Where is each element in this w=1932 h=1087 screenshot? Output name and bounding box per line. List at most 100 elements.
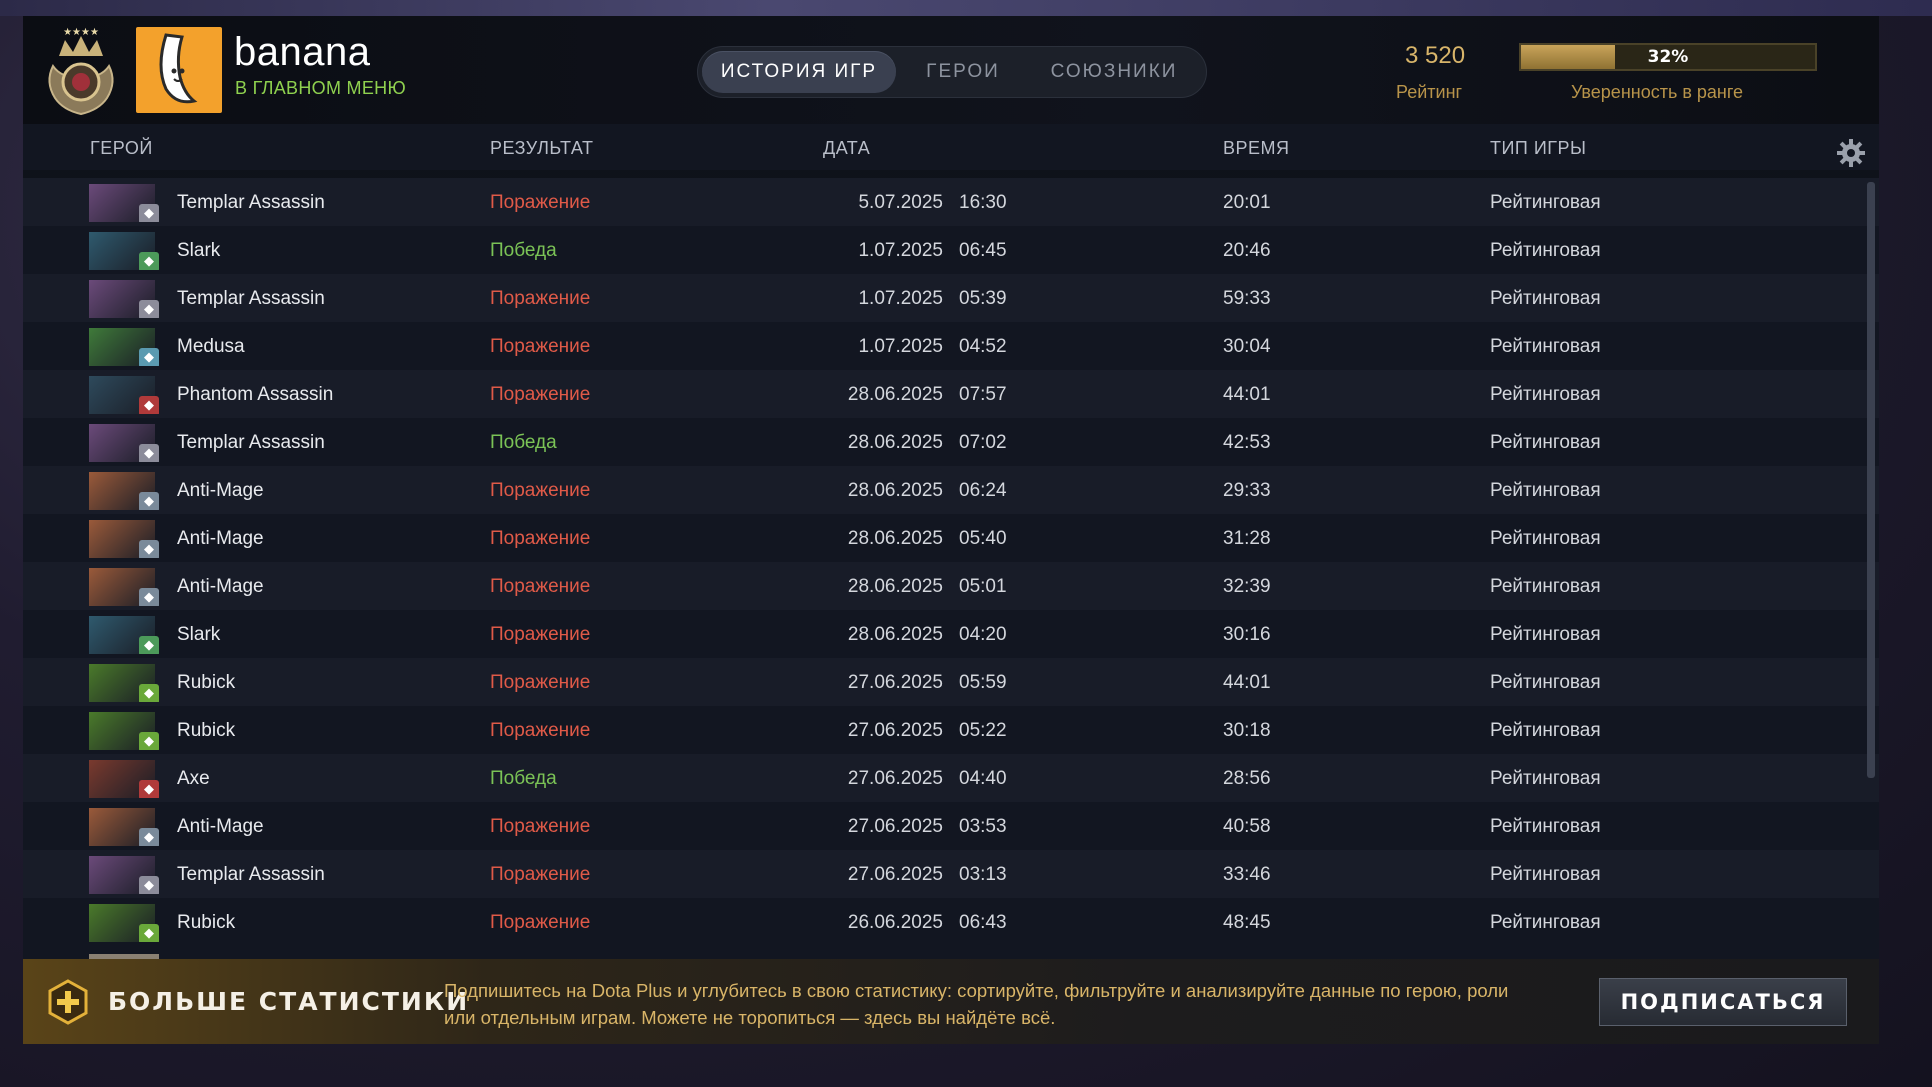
- match-date: 28.06.2025: [847, 432, 943, 453]
- hero-name: Anti-Mage: [177, 576, 264, 597]
- match-date: 1.07.2025: [858, 240, 943, 261]
- table-row[interactable]: ◆ Phantom Assassin Поражение 28.06.2025 07:5…: [23, 370, 1879, 418]
- game-type: Рейтинговая: [1490, 624, 1601, 645]
- table-row[interactable]: ◆ Templar Assassin Поражение 1.07.2025 05:39…: [23, 274, 1879, 322]
- game-type: Рейтинговая: [1490, 288, 1601, 309]
- match-start-time: 07:57: [959, 384, 1007, 405]
- match-duration: 44:01: [1223, 672, 1271, 693]
- player-name: banana: [234, 30, 371, 74]
- match-date: 28.06.2025: [847, 480, 943, 501]
- hero-portrait: ◆: [89, 904, 161, 942]
- hero-name: Templar Assassin: [177, 864, 325, 885]
- match-date: 27.06.2025: [847, 672, 943, 693]
- rank-medal-icon: ★★★★: [48, 27, 114, 116]
- gear-icon[interactable]: [1836, 138, 1866, 168]
- hero-attribute-icon: ◆: [139, 204, 159, 222]
- column-header-game-type[interactable]: ТИП ИГРЫ: [1490, 138, 1587, 159]
- match-duration: 44:01: [1223, 384, 1271, 405]
- game-type: Рейтинговая: [1490, 336, 1601, 357]
- rank-confidence-bar: 32%: [1519, 43, 1817, 71]
- column-header-duration[interactable]: ВРЕМЯ: [1223, 138, 1290, 159]
- hero-attribute-icon: ◆: [139, 924, 159, 942]
- table-row[interactable]: ◆ Slark Победа 1.07.2025 06:45 20:46 Рейтингов…: [23, 226, 1879, 274]
- table-row[interactable]: ◆ Anti-Mage Поражение 27.06.2025 03:53 40:58 Р…: [23, 802, 1879, 850]
- game-type: Рейтинговая: [1490, 672, 1601, 693]
- match-result: Поражение: [490, 192, 591, 213]
- game-type: Рейтинговая: [1490, 768, 1601, 789]
- hero-name: Slark: [177, 624, 221, 645]
- rank-confidence-percent: 32%: [1647, 47, 1689, 67]
- rank-confidence-label: Уверенность в ранге: [1571, 82, 1744, 102]
- hero-portrait: ◆: [89, 424, 161, 462]
- match-date: 27.06.2025: [847, 768, 943, 789]
- match-start-time: 05:22: [959, 720, 1007, 741]
- match-date: 28.06.2025: [847, 528, 943, 549]
- hero-portrait: ◆: [89, 712, 161, 750]
- hero-name: Axe: [177, 768, 210, 789]
- match-result: Поражение: [490, 864, 591, 885]
- dota-plus-promo: БОЛЬШЕ СТАТИСТИКИ Подпишитесь на Dota Pl…: [23, 959, 1879, 1044]
- match-start-time: 06:43: [959, 912, 1007, 933]
- match-duration: 40:58: [1223, 816, 1271, 837]
- player-status: В ГЛАВНОМ МЕНЮ: [235, 78, 406, 98]
- rating-value: 3 520: [1405, 42, 1466, 69]
- column-header-hero[interactable]: ГЕРОЙ: [90, 138, 153, 159]
- table-header: ГЕРОЙ РЕЗУЛЬТАТ ДАТА ВРЕМЯ ТИП ИГРЫ: [23, 124, 1879, 170]
- tab-heroes[interactable]: ГЕРОИ: [910, 47, 1016, 97]
- table-row[interactable]: ◆ Anti-Mage Поражение 28.06.2025 05:01 32:39 Р…: [23, 562, 1879, 610]
- table-row[interactable]: ◆ Slark Поражение 28.06.2025 04:20 30:16 Рейти…: [23, 610, 1879, 658]
- match-result: Поражение: [490, 672, 591, 693]
- game-type: Рейтинговая: [1490, 192, 1601, 213]
- column-header-date[interactable]: ДАТА: [823, 138, 870, 159]
- match-duration: 20:46: [1223, 240, 1271, 261]
- hero-attribute-icon: ◆: [139, 444, 159, 462]
- scrollbar[interactable]: [1867, 182, 1875, 778]
- table-row[interactable]: ◆ Anti-Mage Поражение 28.06.2025 06:24 29:33 Р…: [23, 466, 1879, 514]
- hero-name: Rubick: [177, 720, 236, 741]
- match-result: Поражение: [490, 816, 591, 837]
- match-duration: 42:53: [1223, 432, 1271, 453]
- hero-attribute-icon: ◆: [139, 492, 159, 510]
- hero-portrait: ◆: [89, 280, 161, 318]
- match-start-time: 06:24: [959, 480, 1007, 501]
- subscribe-button[interactable]: ПОДПИСАТЬСЯ: [1599, 978, 1847, 1026]
- column-header-result[interactable]: РЕЗУЛЬТАТ: [490, 138, 593, 159]
- tab-allies[interactable]: СОЮЗНИКИ: [1034, 47, 1194, 97]
- table-row[interactable]: ◆ Anti-Mage Поражение 28.06.2025 05:40 31:28 Р…: [23, 514, 1879, 562]
- match-date: 27.06.2025: [847, 864, 943, 885]
- hero-attribute-icon: ◆: [139, 348, 159, 366]
- hero-attribute-icon: ◆: [139, 636, 159, 654]
- hero-attribute-icon: ◆: [139, 252, 159, 270]
- hero-attribute-icon: ◆: [139, 684, 159, 702]
- game-type: Рейтинговая: [1490, 864, 1601, 885]
- match-duration: 30:16: [1223, 624, 1271, 645]
- match-duration: 32:39: [1223, 576, 1271, 597]
- match-result: Поражение: [490, 480, 591, 501]
- game-type: Рейтинговая: [1490, 240, 1601, 261]
- hero-name: Anti-Mage: [177, 528, 264, 549]
- player-avatar[interactable]: [136, 27, 222, 113]
- match-date: 26.06.2025: [847, 912, 943, 933]
- table-row[interactable]: ◆ Templar Assassin Поражение 27.06.2025 03:1…: [23, 850, 1879, 898]
- table-row[interactable]: ◆ Rubick Поражение 27.06.2025 05:59 44:01 Рейт…: [23, 658, 1879, 706]
- table-row[interactable]: ◆ Templar Assassin Поражение 5.07.2025 16:30…: [23, 178, 1879, 226]
- hero-attribute-icon: ◆: [139, 588, 159, 606]
- table-row[interactable]: ◆ Medusa Поражение 1.07.2025 04:52 30:04 Рейти…: [23, 322, 1879, 370]
- table-row[interactable]: ◆ Templar Assassin Победа 28.06.2025 07:02 42…: [23, 418, 1879, 466]
- hero-attribute-icon: ◆: [139, 396, 159, 414]
- profile-header: ★★★★ banana В ГЛАВНОМ МЕНЮ ИСТОРИЯ ИГР Г…: [23, 16, 1879, 124]
- match-start-time: 04:20: [959, 624, 1007, 645]
- match-start-time: 05:01: [959, 576, 1007, 597]
- match-duration: 48:45: [1223, 912, 1271, 933]
- match-date: 27.06.2025: [847, 720, 943, 741]
- tab-match-history[interactable]: ИСТОРИЯ ИГР: [702, 51, 896, 93]
- hero-name: Phantom Assassin: [177, 384, 334, 405]
- table-row[interactable]: ◆ Axe Победа 27.06.2025 04:40 28:56 Рейтингова…: [23, 754, 1879, 802]
- rating-label: Рейтинг: [1396, 82, 1463, 102]
- match-duration: 59:33: [1223, 288, 1271, 309]
- promo-text: Подпишитесь на Dota Plus и углубитесь в …: [444, 980, 1509, 1028]
- table-row[interactable]: ◆ Rubick Поражение 26.06.2025 06:43 48:45 Рейт…: [23, 898, 1879, 946]
- match-duration: 20:01: [1223, 192, 1271, 213]
- table-row[interactable]: ◆ Rubick Поражение 27.06.2025 05:22 30:18 Рейт…: [23, 706, 1879, 754]
- match-start-time: 04:52: [959, 336, 1007, 357]
